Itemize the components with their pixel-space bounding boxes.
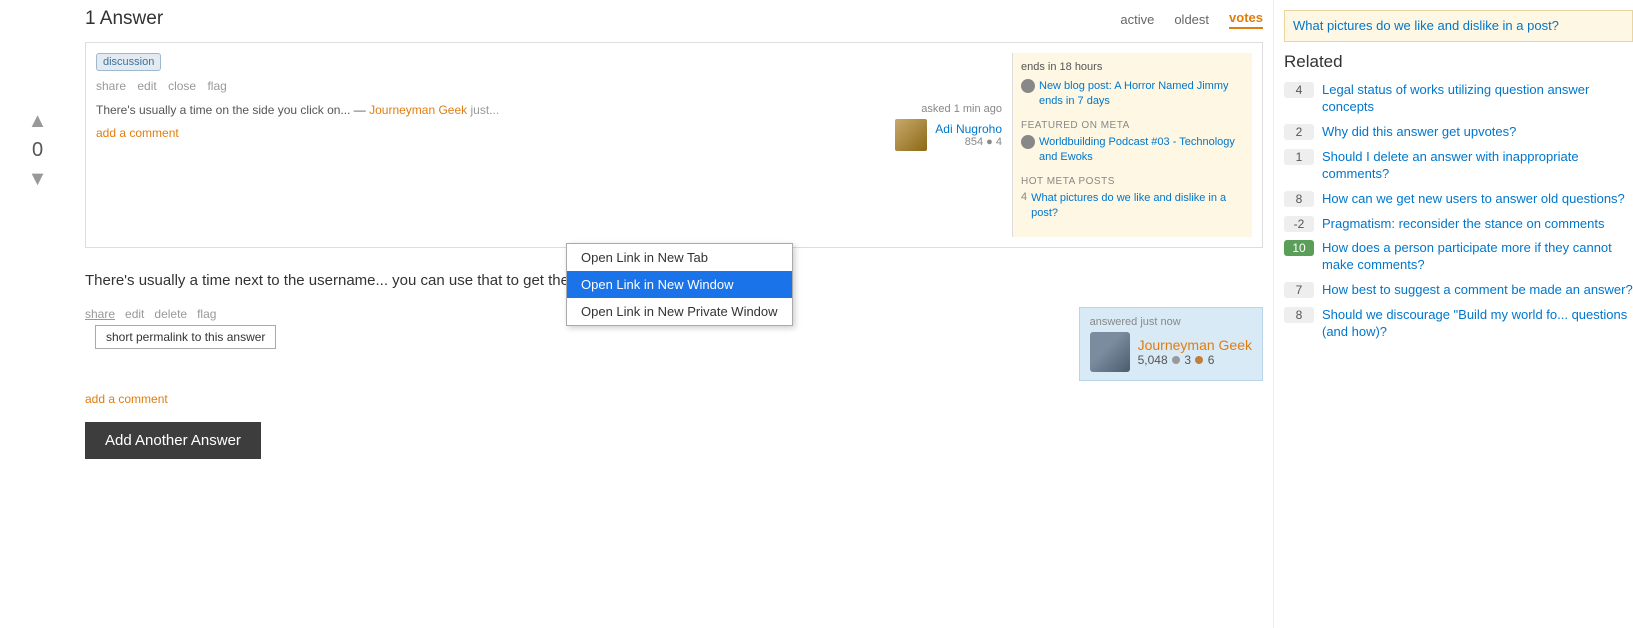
inner-user-rep: 854 ● 4 bbox=[935, 136, 1002, 148]
inner-quote: There's usually a time on the side you c… bbox=[96, 103, 842, 117]
edit-link[interactable]: edit bbox=[125, 307, 144, 321]
related-score-7: 8 bbox=[1284, 307, 1314, 323]
related-score-0: 4 bbox=[1284, 82, 1314, 98]
inner-close-link[interactable]: close bbox=[168, 79, 196, 93]
quote-author-link[interactable]: Journeyman Geek bbox=[369, 103, 467, 117]
related-score-4: -2 bbox=[1284, 216, 1314, 232]
inner-user-name-link[interactable]: Adi Nugroho bbox=[935, 122, 1002, 136]
related-score-2: 1 bbox=[1284, 149, 1314, 165]
add-another-answer-button[interactable]: Add Another Answer bbox=[85, 422, 261, 459]
related-item-2: 1 Should I delete an answer with inappro… bbox=[1284, 149, 1633, 183]
hot-meta-header: HOT META POSTS bbox=[1021, 176, 1244, 187]
context-menu-item-private-window[interactable]: Open Link in New Private Window bbox=[567, 298, 792, 325]
sort-tab-active[interactable]: active bbox=[1120, 12, 1154, 27]
featured-icon bbox=[1021, 135, 1035, 149]
main-content: 1 Answer active oldest votes discussion … bbox=[75, 0, 1273, 628]
inner-asked-info: asked 1 min ago Adi Nugroho 854 ● 4 bbox=[852, 103, 1002, 151]
related-score-5: 10 bbox=[1284, 240, 1314, 256]
inner-content-row: There's usually a time on the side you c… bbox=[96, 103, 1002, 151]
hot-score: 4 bbox=[1021, 191, 1027, 203]
top-yellow-panel: What pictures do we like and dislike in … bbox=[1284, 10, 1633, 42]
related-link-2[interactable]: Should I delete an answer with inappropr… bbox=[1322, 149, 1633, 183]
related-header: Related bbox=[1284, 52, 1633, 72]
vote-count: 0 bbox=[32, 139, 43, 162]
sidebar-hot-row: 4 What pictures do we like and dislike i… bbox=[1021, 191, 1244, 226]
related-list: 4 Legal status of works utilizing questi… bbox=[1284, 82, 1633, 341]
inner-edit-link[interactable]: edit bbox=[137, 79, 156, 93]
vote-down-button[interactable]: ▼ bbox=[28, 168, 48, 191]
related-item-0: 4 Legal status of works utilizing questi… bbox=[1284, 82, 1633, 116]
related-score-6: 7 bbox=[1284, 282, 1314, 298]
answerer-rep: 5,048 3 6 bbox=[1138, 353, 1252, 367]
sidebar-blog-row: New blog post: A Horror Named Jimmy ends… bbox=[1021, 79, 1244, 114]
related-item-5: 10 How does a person participate more if… bbox=[1284, 240, 1633, 274]
related-item-1: 2 Why did this answer get upvotes? bbox=[1284, 124, 1633, 141]
related-link-5[interactable]: How does a person participate more if th… bbox=[1322, 240, 1633, 274]
add-comment-section: add a comment bbox=[85, 391, 1263, 406]
inner-flag-link[interactable]: flag bbox=[207, 79, 226, 93]
related-link-1[interactable]: Why did this answer get upvotes? bbox=[1322, 124, 1516, 141]
related-item-4: -2 Pragmatism: reconsider the stance on … bbox=[1284, 216, 1633, 233]
context-menu-item-new-window[interactable]: Open Link in New Window bbox=[567, 271, 792, 298]
related-score-3: 8 bbox=[1284, 191, 1314, 207]
answerer-name-link[interactable]: Journeyman Geek bbox=[1138, 337, 1252, 353]
context-menu-item-new-tab[interactable]: Open Link in New Tab bbox=[567, 244, 792, 271]
sort-tab-oldest[interactable]: oldest bbox=[1174, 12, 1209, 27]
user-card: answered just now Journeyman Geek 5,048 … bbox=[1079, 307, 1263, 381]
related-link-3[interactable]: How can we get new users to answer old q… bbox=[1322, 191, 1625, 208]
share-link[interactable]: share bbox=[85, 307, 115, 321]
inner-actions: share edit close flag bbox=[96, 79, 1002, 93]
answerer-avatar bbox=[1090, 332, 1130, 372]
sidebar-featured-link[interactable]: Worldbuilding Podcast #03 - Technology a… bbox=[1039, 135, 1244, 166]
discussion-tag[interactable]: discussion bbox=[96, 53, 161, 71]
inner-add-comment-link[interactable]: add a comment bbox=[96, 126, 179, 140]
delete-link[interactable]: delete bbox=[154, 307, 187, 321]
action-links: share edit delete flag bbox=[85, 307, 276, 321]
blog-icon bbox=[1021, 79, 1035, 93]
sidebar-time: ends in 18 hours bbox=[1021, 61, 1244, 73]
silver-dot bbox=[1172, 356, 1180, 364]
inner-text-area: There's usually a time on the side you c… bbox=[96, 103, 842, 151]
related-link-0[interactable]: Legal status of works utilizing question… bbox=[1322, 82, 1633, 116]
related-score-1: 2 bbox=[1284, 124, 1314, 140]
related-link-7[interactable]: Should we discourage "Build my world fo.… bbox=[1322, 307, 1633, 341]
sort-tab-votes[interactable]: votes bbox=[1229, 10, 1263, 29]
right-sidebar: What pictures do we like and dislike in … bbox=[1273, 0, 1633, 628]
related-link-4[interactable]: Pragmatism: reconsider the stance on com… bbox=[1322, 216, 1605, 233]
user-card-row: Journeyman Geek 5,048 3 6 bbox=[1090, 332, 1252, 372]
related-item-3: 8 How can we get new users to answer old… bbox=[1284, 191, 1633, 208]
related-item-7: 8 Should we discourage "Build my world f… bbox=[1284, 307, 1633, 341]
answer-header: 1 Answer active oldest votes bbox=[85, 0, 1263, 42]
related-link-6[interactable]: How best to suggest a comment be made an… bbox=[1322, 282, 1633, 299]
inner-share-link[interactable]: share bbox=[96, 79, 126, 93]
add-comment-link[interactable]: add a comment bbox=[85, 392, 168, 406]
screenshot-panel: discussion share edit close flag There's… bbox=[85, 42, 1263, 248]
sidebar-hot-link[interactable]: What pictures do we like and dislike in … bbox=[1031, 191, 1244, 222]
context-menu: Open Link in New Tab Open Link in New Wi… bbox=[566, 243, 793, 326]
flag-link[interactable]: flag bbox=[197, 307, 216, 321]
inner-user-avatar bbox=[895, 119, 927, 151]
permalink-tooltip: short permalink to this answer bbox=[95, 325, 276, 349]
vote-up-button[interactable]: ▲ bbox=[28, 110, 48, 133]
sidebar-featured-row: Worldbuilding Podcast #03 - Technology a… bbox=[1021, 135, 1244, 170]
related-item-6: 7 How best to suggest a comment be made … bbox=[1284, 282, 1633, 299]
sidebar-blog-link[interactable]: New blog post: A Horror Named Jimmy ends… bbox=[1039, 79, 1244, 110]
bronze-dot bbox=[1195, 356, 1203, 364]
answer-count: 1 Answer bbox=[85, 8, 163, 30]
inner-sidebar: ends in 18 hours New blog post: A Horror… bbox=[1012, 53, 1252, 237]
featured-meta-header: FEATURED ON META bbox=[1021, 120, 1244, 131]
sort-tabs: active oldest votes bbox=[1120, 10, 1263, 29]
vote-column: ▲ 0 ▼ bbox=[0, 0, 75, 628]
answered-label: answered just now bbox=[1090, 316, 1252, 328]
